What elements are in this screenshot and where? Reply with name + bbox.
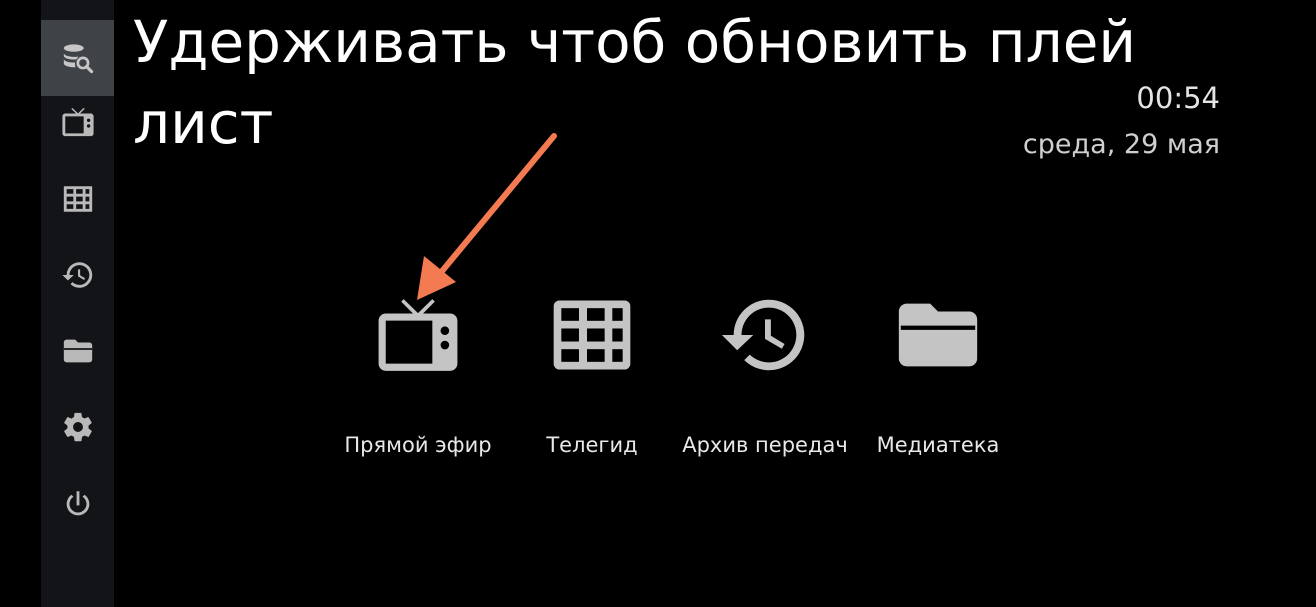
- menu-item-archive[interactable]: Архив передач: [682, 285, 848, 475]
- menu-item-label: Телегид: [546, 433, 638, 457]
- sidebar-item-settings[interactable]: [41, 389, 114, 465]
- menu-item-label: Прямой эфир: [344, 433, 492, 457]
- menu-item-media[interactable]: Медиатека: [868, 285, 1008, 475]
- sidebar-item-media[interactable]: [41, 313, 114, 389]
- sidebar-item-tv-guide[interactable]: [41, 161, 114, 237]
- sidebar-item-exit[interactable]: [41, 466, 114, 542]
- sidebar-item-live-tv[interactable]: [41, 84, 114, 160]
- power-icon: [66, 491, 89, 516]
- database-search-icon: [63, 44, 93, 74]
- grid-icon: [63, 186, 92, 212]
- sidebar: [41, 0, 114, 607]
- gear-icon: [63, 412, 92, 442]
- history-icon: [721, 299, 805, 371]
- menu-item-live-tv[interactable]: Прямой эфир: [338, 285, 498, 475]
- clock-date: среда, 29 мая: [1022, 129, 1220, 160]
- grid-icon: [553, 300, 631, 370]
- folder-icon: [898, 303, 978, 367]
- tv-icon: [378, 299, 458, 371]
- clock-time: 00:54: [1136, 81, 1220, 115]
- history-icon: [61, 262, 92, 288]
- folder-icon: [63, 339, 92, 363]
- sidebar-item-archive[interactable]: [41, 237, 114, 313]
- menu-item-label: Медиатека: [876, 433, 1000, 457]
- tv-app-screen: Удерживать чтоб обновить плей лист 00:54…: [0, 0, 1316, 607]
- menu-item-label: Архив передач: [682, 433, 848, 457]
- tv-icon: [61, 107, 94, 137]
- menu-item-tv-guide[interactable]: Телегид: [532, 285, 652, 475]
